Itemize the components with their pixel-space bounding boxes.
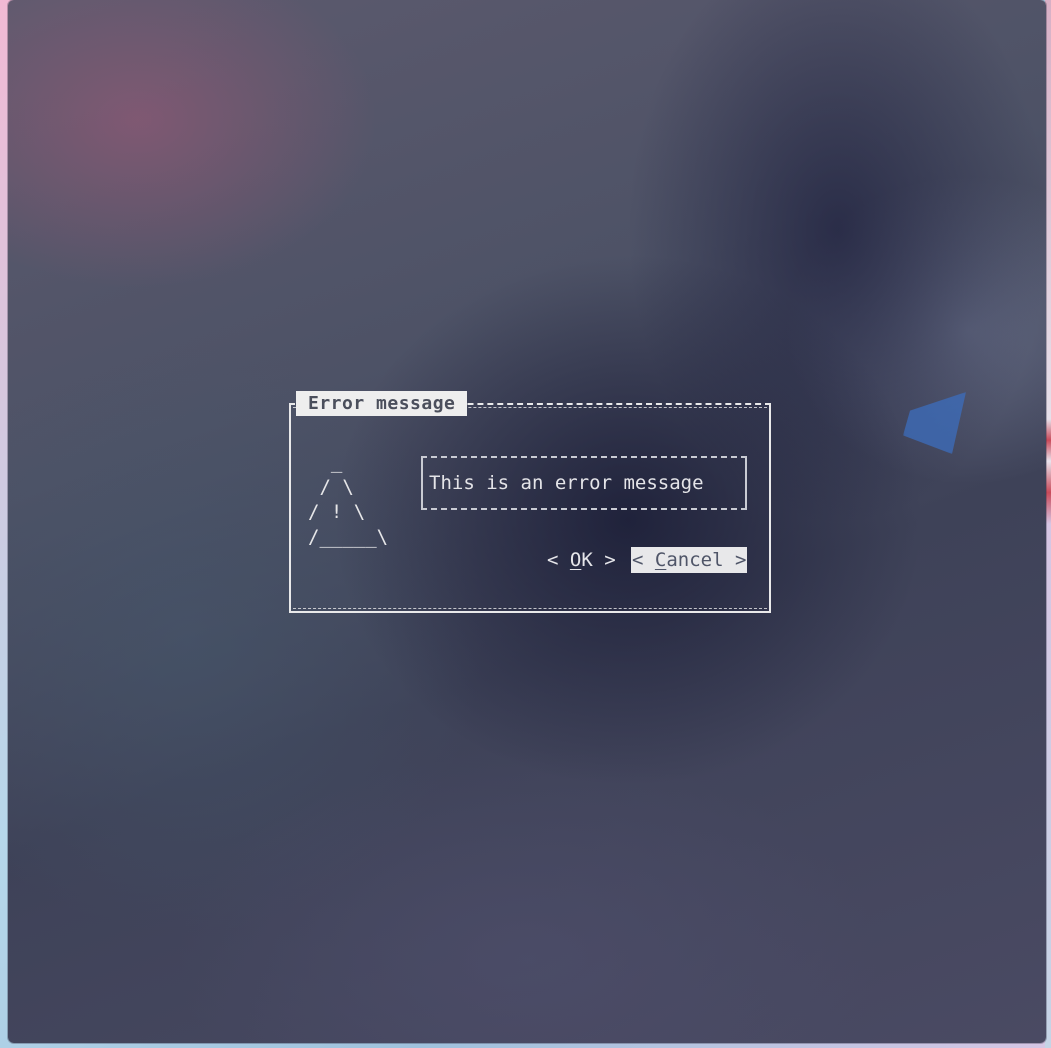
error-message-text: This is an error message — [429, 472, 704, 494]
dialog-title: Error message — [296, 391, 468, 416]
wallpaper-accent — [903, 392, 966, 454]
ok-hotkey: O — [569, 549, 582, 571]
warning-triangle-icon: _ / \ / ! \ /_____\ — [308, 451, 389, 548]
cancel-hotkey: C — [654, 549, 667, 571]
cancel-button[interactable]: < Cancel > — [631, 547, 748, 573]
ok-button[interactable]: < OK > — [547, 547, 616, 573]
terminal-window[interactable]: Error message _ / \ / ! \ /_____\ This i… — [8, 0, 1046, 1043]
error-dialog: Error message _ / \ / ! \ /_____\ This i… — [289, 391, 771, 613]
message-box: This is an error message — [421, 456, 747, 510]
